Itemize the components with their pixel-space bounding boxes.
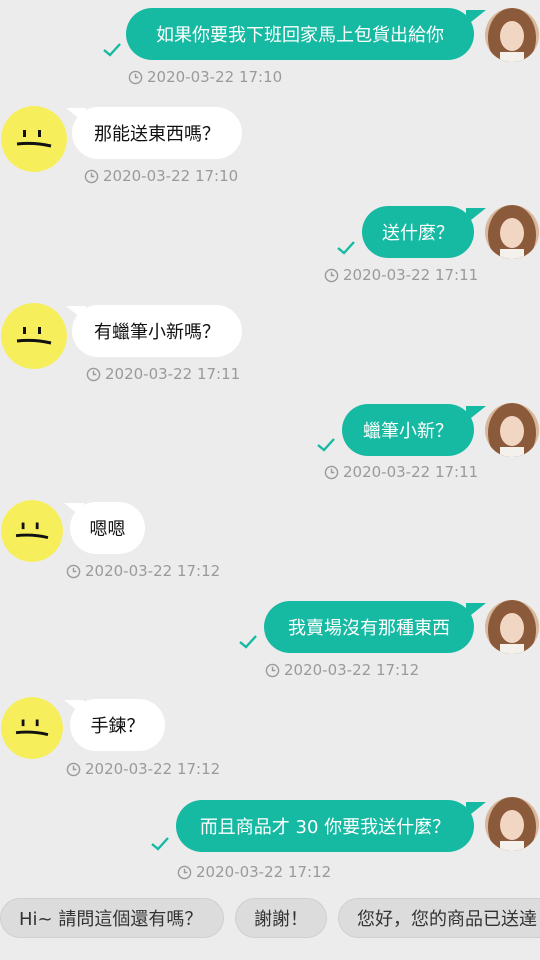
message-bubble[interactable]: 有蠟筆小新嗎？ [72,305,242,357]
message-bubble[interactable]: 我賣場沒有那種東西 [264,601,474,653]
bubble-tail [466,208,486,224]
smiley-face-icon [1,303,67,369]
clock-icon [86,367,101,381]
message-bubble[interactable]: 如果你要我下班回家馬上包貨出給你 [126,8,474,60]
bubble-tail [466,603,486,619]
buyer-avatar[interactable] [1,500,63,562]
message-timestamp: 2020-03-22 17:10 [128,68,282,86]
timestamp-text: 2020-03-22 17:11 [105,365,241,383]
seller-avatar[interactable] [485,797,539,851]
seller-avatar[interactable] [485,600,539,654]
timestamp-text: 2020-03-22 17:12 [284,661,420,679]
buyer-avatar[interactable] [1,697,63,759]
timestamp-text: 2020-03-22 17:10 [103,167,239,185]
timestamp-text: 2020-03-22 17:12 [85,760,221,778]
smiley-face-icon [1,500,63,562]
message-bubble[interactable]: 嗯嗯 [70,502,145,554]
message-bubble[interactable]: 而且商品才 30 你要我送什麼？ [176,800,474,852]
timestamp-text: 2020-03-22 17:12 [196,863,332,881]
smiley-face-icon [1,106,67,172]
bubble-tail [466,10,486,26]
read-check-icon [103,43,121,57]
message-bubble[interactable]: 蠟筆小新？ [342,404,474,456]
timestamp-text: 2020-03-22 17:11 [343,463,479,481]
clock-icon [324,465,339,479]
quick-reply-chip[interactable]: 您好，您的商品已送達 [338,898,540,938]
seller-avatar[interactable] [485,8,539,62]
message-bubble[interactable]: 那能送東西嗎？ [72,107,242,159]
smiley-face-icon [1,697,63,759]
bubble-tail [466,406,486,422]
read-check-icon [317,438,335,452]
clock-icon [324,268,339,282]
message-bubble[interactable]: 手鍊？ [70,699,165,751]
read-check-icon [151,837,169,851]
read-check-icon [239,635,257,649]
timestamp-text: 2020-03-22 17:12 [85,562,221,580]
message-timestamp: 2020-03-22 17:12 [66,562,220,580]
clock-icon [84,169,99,183]
clock-icon [66,564,81,578]
clock-icon [66,762,81,776]
seller-avatar[interactable] [485,403,539,457]
message-timestamp: 2020-03-22 17:11 [86,365,240,383]
message-timestamp: 2020-03-22 17:11 [324,266,478,284]
quick-reply-bar: Hi~ 請問這個還有嗎？ 謝謝！ 您好，您的商品已送達 [0,898,540,940]
message-timestamp: 2020-03-22 17:12 [265,661,419,679]
buyer-avatar[interactable] [1,303,67,369]
bubble-tail [466,802,486,818]
message-bubble[interactable]: 送什麼？ [362,206,474,258]
clock-icon [128,70,143,84]
seller-avatar[interactable] [485,205,539,259]
message-timestamp: 2020-03-22 17:12 [66,760,220,778]
message-timestamp: 2020-03-22 17:11 [324,463,478,481]
quick-reply-chip[interactable]: 謝謝！ [235,898,327,938]
timestamp-text: 2020-03-22 17:11 [343,266,479,284]
message-timestamp: 2020-03-22 17:10 [84,167,238,185]
clock-icon [265,663,280,677]
buyer-avatar[interactable] [1,106,67,172]
message-timestamp: 2020-03-22 17:12 [177,863,331,881]
read-check-icon [337,241,355,255]
clock-icon [177,865,192,879]
quick-reply-chip[interactable]: Hi~ 請問這個還有嗎？ [0,898,224,938]
timestamp-text: 2020-03-22 17:10 [147,68,283,86]
